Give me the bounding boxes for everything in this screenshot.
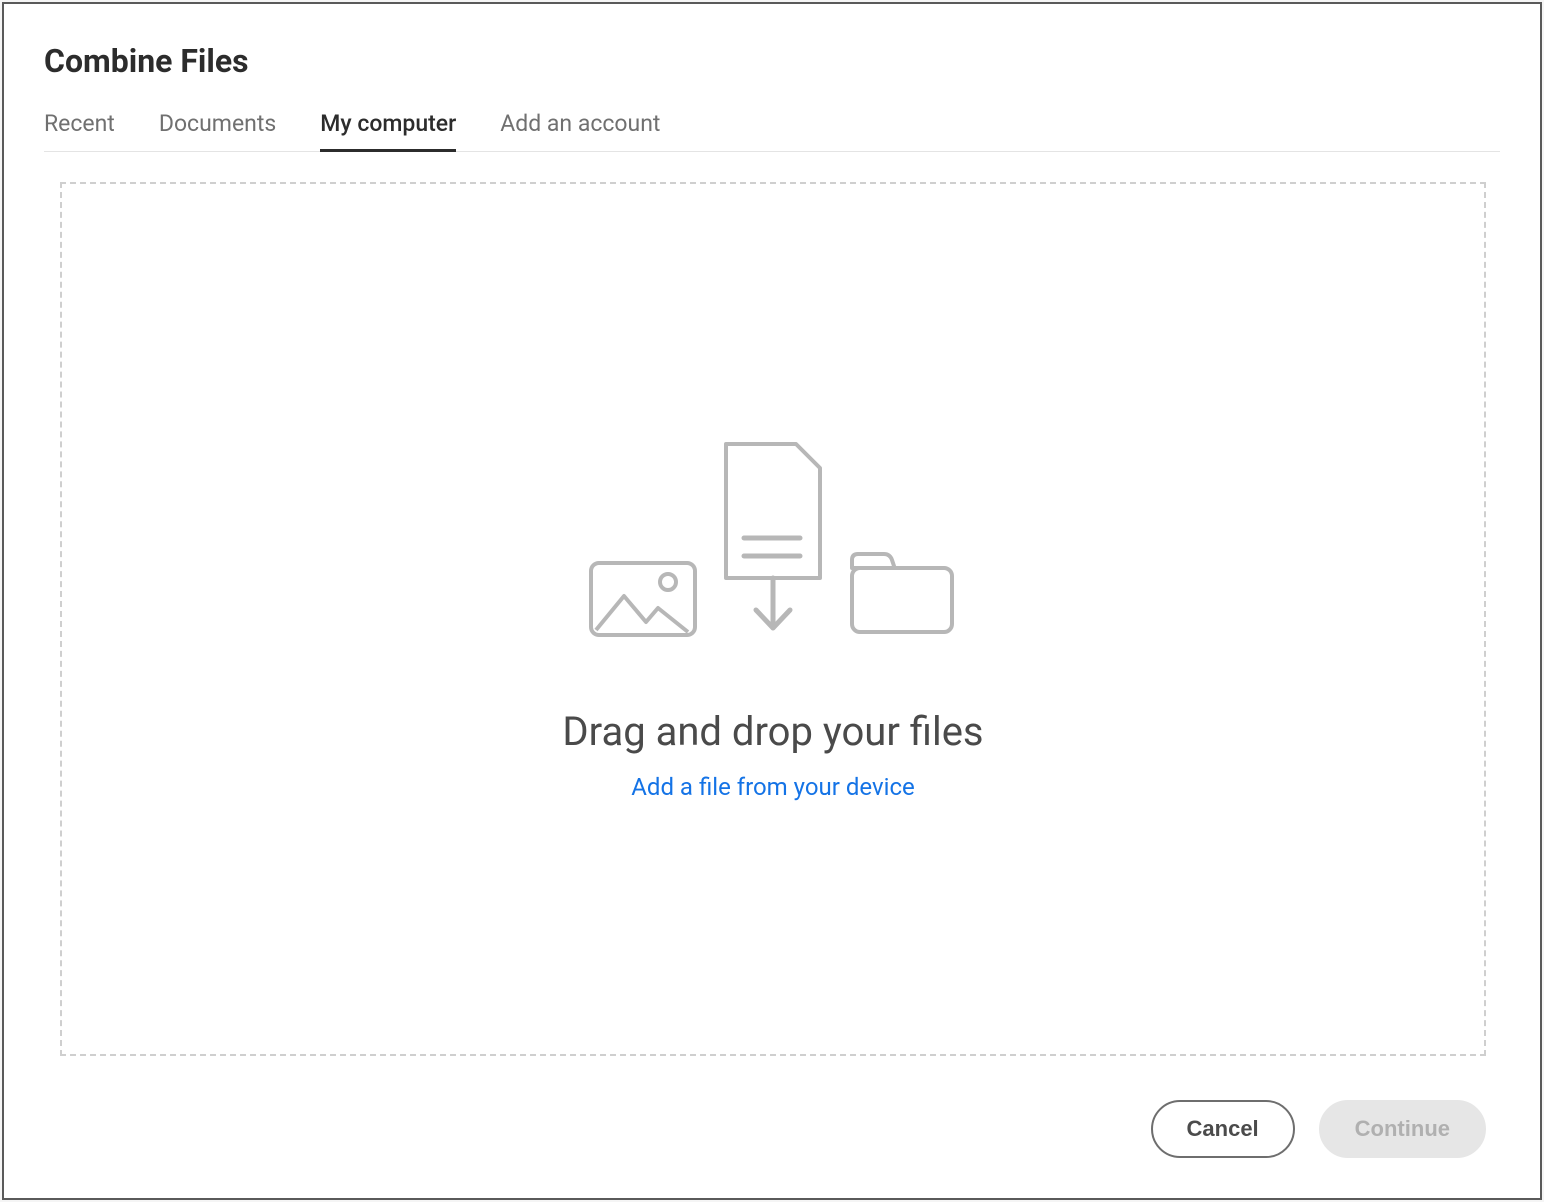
tab-label: My computer <box>320 110 456 137</box>
tab-recent[interactable]: Recent <box>44 110 115 151</box>
add-file-link[interactable]: Add a file from your device <box>631 773 914 801</box>
tab-add-account[interactable]: Add an account <box>500 110 660 151</box>
tab-label: Add an account <box>500 110 660 137</box>
tab-my-computer[interactable]: My computer <box>320 110 456 151</box>
combine-files-dialog: Combine Files Recent Documents My comput… <box>2 2 1542 1200</box>
tab-bar: Recent Documents My computer Add an acco… <box>44 110 1500 152</box>
tab-label: Documents <box>159 110 276 137</box>
cancel-button[interactable]: Cancel <box>1151 1100 1295 1158</box>
dialog-title: Combine Files <box>44 42 1500 80</box>
folder-icon <box>846 548 958 638</box>
tab-documents[interactable]: Documents <box>159 110 276 151</box>
tab-label: Recent <box>44 110 115 137</box>
continue-button: Continue <box>1319 1100 1486 1158</box>
file-dropzone[interactable]: Drag and drop your files Add a file from… <box>60 182 1486 1056</box>
dropzone-container: Drag and drop your files Add a file from… <box>44 152 1500 1066</box>
dropzone-heading: Drag and drop your files <box>562 708 983 755</box>
picture-icon <box>588 560 698 638</box>
dropzone-illustration <box>588 438 958 638</box>
dialog-footer: Cancel Continue <box>44 1066 1500 1158</box>
document-download-icon <box>716 438 828 638</box>
